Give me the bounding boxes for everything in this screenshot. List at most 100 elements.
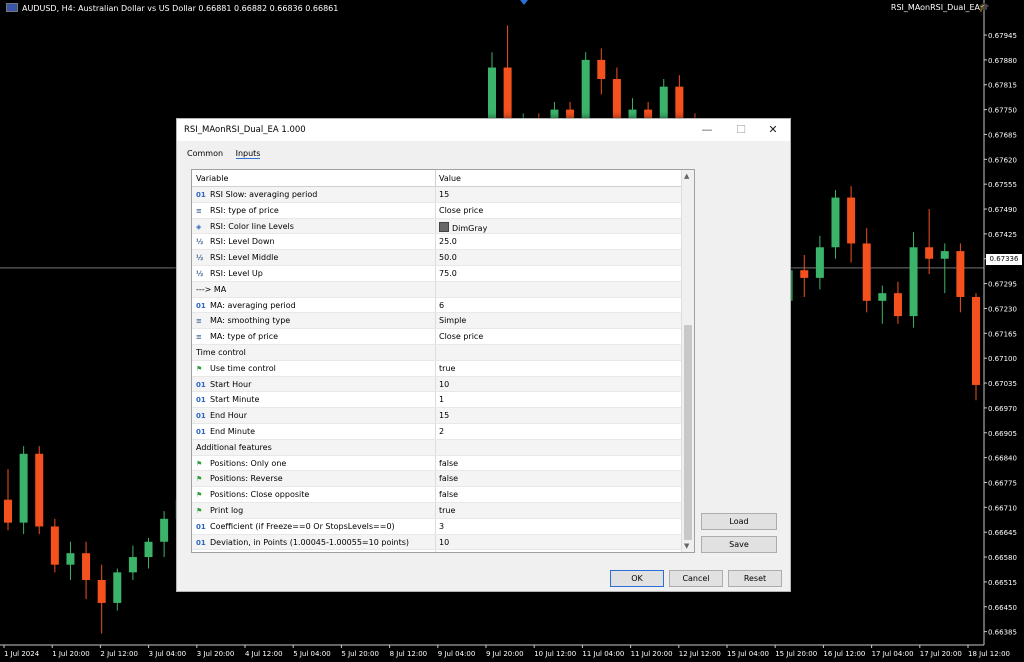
int-type-icon: 01 — [196, 522, 206, 531]
input-value[interactable]: 15 — [439, 411, 449, 420]
y-tick-label: 0.67555 — [988, 181, 1017, 189]
input-row[interactable]: 01 Deviation, in Points (1.00045-1.00055=… — [192, 534, 694, 551]
input-value[interactable]: true — [439, 506, 455, 515]
candle-body — [878, 293, 887, 301]
input-row[interactable]: 01 Coefficient (if Freeze==0 Or StopsLeve… — [192, 518, 694, 535]
input-row[interactable]: 01 MA: averaging period 6 — [192, 297, 694, 314]
ok-button[interactable]: OK — [610, 570, 664, 587]
dialog-title: RSI_MAonRSI_Dual_EA 1.000 — [184, 125, 306, 135]
flag-type-icon: ⚑ — [196, 491, 203, 500]
input-row[interactable]: ⚑ Positions: Close opposite false — [192, 487, 694, 503]
x-tick-label: 9 Jul 20:00 — [486, 650, 524, 658]
input-value[interactable]: 15 — [439, 190, 449, 199]
input-row[interactable]: ½ RSI: Level Middle 50.0 — [192, 250, 694, 266]
input-value-text: 10 — [439, 537, 450, 547]
input-row[interactable]: ⚑ Positions: Only one false — [192, 455, 694, 472]
y-tick-label: 0.66775 — [988, 479, 1017, 487]
input-value[interactable]: false — [439, 490, 458, 499]
input-row[interactable]: ⚑ Use time control true — [192, 360, 694, 377]
y-tick-label: 0.66515 — [988, 579, 1017, 587]
x-tick-label: 5 Jul 04:00 — [293, 650, 331, 658]
input-value[interactable]: 25.0 — [439, 237, 457, 246]
input-value[interactable]: 10 — [439, 380, 449, 389]
input-value[interactable]: Close price — [439, 332, 483, 341]
input-value[interactable]: Simple — [439, 316, 466, 325]
maximize-icon[interactable]: ☐ — [730, 122, 752, 138]
candle-body — [19, 453, 28, 523]
input-value-text: 1 — [439, 395, 445, 405]
input-value-text: true — [439, 505, 456, 515]
input-variable: ½ RSI: Level Down — [196, 237, 275, 246]
candle-body — [97, 579, 106, 603]
input-value[interactable]: 75.0 — [439, 269, 457, 278]
candle-body — [144, 541, 153, 558]
input-variable: ⚑ Positions: Reverse — [196, 474, 283, 483]
column-header-value[interactable]: Value — [439, 174, 461, 183]
input-value[interactable]: true — [439, 364, 455, 373]
candle-body — [66, 553, 75, 565]
candle-body — [909, 247, 918, 317]
x-tick-label: 16 Jul 12:00 — [823, 650, 865, 658]
ea-label[interactable]: RSI_MAonRSI_Dual_EA — [891, 3, 980, 12]
graduation-cap-icon[interactable]: 🎓 — [979, 3, 990, 13]
y-tick-label: 0.66970 — [988, 405, 1017, 413]
input-row[interactable]: 01Magic number39771312 — [192, 550, 694, 552]
save-button[interactable]: Save — [701, 536, 777, 553]
y-tick-label: 0.67490 — [988, 206, 1017, 214]
tab-common[interactable]: Common — [187, 149, 223, 158]
input-value[interactable]: 50.0 — [439, 253, 457, 262]
input-row[interactable]: ⚑ Positions: Reverse false — [192, 471, 694, 488]
input-value[interactable]: Close price — [439, 206, 483, 215]
close-icon[interactable]: ✕ — [762, 122, 784, 138]
input-row[interactable]: ---> MA — [192, 281, 694, 298]
input-row[interactable]: 01 End Minute 2 — [192, 423, 694, 440]
input-row[interactable]: ≡ MA: type of price Close price — [192, 329, 694, 345]
scroll-up-icon[interactable]: ▲ — [684, 172, 689, 180]
input-row[interactable]: Time control — [192, 344, 694, 361]
input-row[interactable]: 01 End Hour 15 — [192, 408, 694, 424]
candle-body — [831, 197, 840, 248]
tab-inputs[interactable]: Inputs — [235, 149, 261, 159]
input-row[interactable]: ½ RSI: Level Up 75.0 — [192, 265, 694, 282]
column-header-variable[interactable]: Variable — [196, 174, 228, 183]
input-value[interactable]: 1 — [439, 395, 444, 404]
input-row[interactable]: 01 Start Hour 10 — [192, 376, 694, 393]
chart-shift-marker[interactable] — [520, 0, 528, 5]
load-button[interactable]: Load — [701, 513, 777, 530]
input-variable: ≡ RSI: type of price — [196, 206, 279, 215]
scroll-thumb[interactable] — [684, 325, 692, 540]
reset-button[interactable]: Reset — [728, 570, 782, 587]
symbol-info: AUDUSD, H4: Australian Dollar vs US Doll… — [22, 4, 339, 13]
input-value-text: true — [439, 363, 456, 373]
y-tick-label: 0.67295 — [988, 281, 1017, 289]
input-value[interactable]: 3 — [439, 522, 444, 531]
input-value[interactable]: 6 — [439, 301, 444, 310]
input-row[interactable]: ½ RSI: Level Down 25.0 — [192, 234, 694, 251]
color-type-icon: ◈ — [196, 222, 202, 231]
input-row[interactable]: ≡ MA: smoothing type Simple — [192, 313, 694, 330]
input-row[interactable]: 01 Start Minute 1 — [192, 392, 694, 409]
input-row[interactable]: ◈ RSI: Color line Levels DimGray — [192, 218, 694, 235]
y-tick-label: 0.67945 — [988, 32, 1017, 40]
dialog-titlebar[interactable]: RSI_MAonRSI_Dual_EA 1.000 — ☐ ✕ — [177, 119, 790, 141]
scroll-down-icon[interactable]: ▼ — [684, 542, 689, 550]
input-row[interactable]: ≡ RSI: type of price Close price — [192, 202, 694, 219]
y-tick-label: 0.67815 — [988, 82, 1017, 90]
input-value[interactable]: DimGray — [439, 221, 487, 233]
minimize-icon[interactable]: — — [696, 122, 718, 138]
input-value-text: Simple — [439, 316, 467, 326]
candle-body — [847, 197, 856, 244]
chart-symbol-header: AUDUSD, H4: Australian Dollar vs US Doll… — [6, 3, 338, 13]
candle-body — [940, 251, 949, 259]
int-type-icon: 01 — [196, 301, 206, 310]
cancel-button[interactable]: Cancel — [669, 570, 723, 587]
input-value[interactable]: 2 — [439, 427, 444, 436]
input-row[interactable]: 01 RSI Slow: averaging period 15 — [192, 187, 694, 203]
input-value[interactable]: 10 — [439, 538, 449, 547]
input-value[interactable]: false — [439, 459, 458, 468]
input-value[interactable]: false — [439, 474, 458, 483]
input-row[interactable]: ⚑ Print log true — [192, 502, 694, 519]
grid-scrollbar[interactable]: ▲ ▼ — [681, 170, 694, 552]
input-row[interactable]: Additional features — [192, 439, 694, 456]
input-variable-name: Positions: Reverse — [210, 474, 283, 484]
